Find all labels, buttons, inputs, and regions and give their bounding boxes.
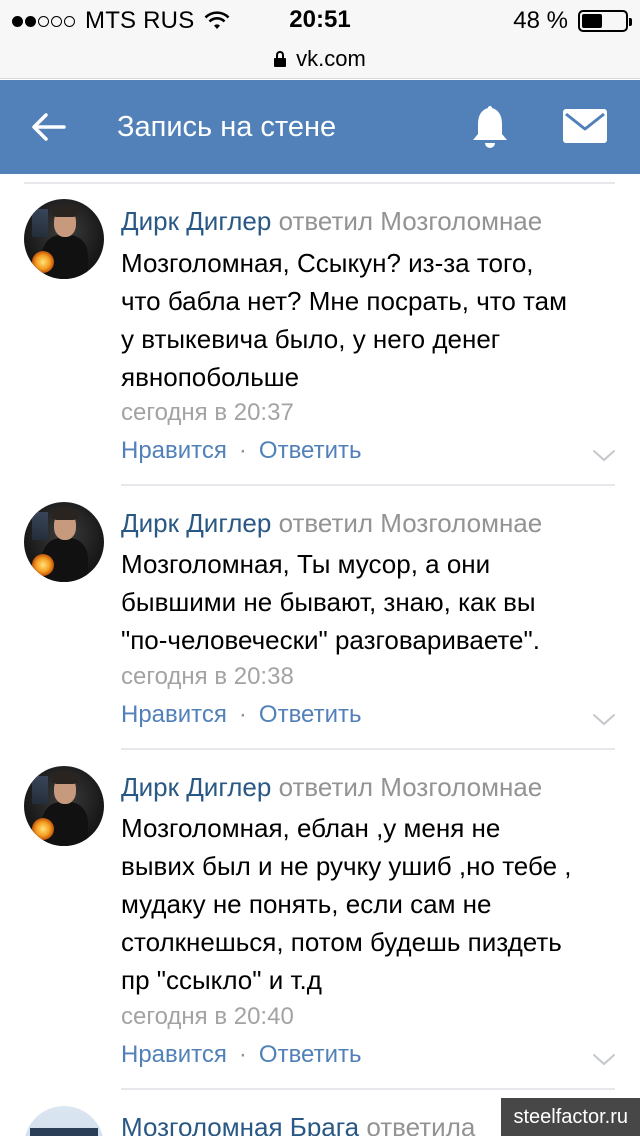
comment-line: что бабла нет? Мне посрать, что там	[121, 286, 568, 316]
comment-timestamp: сегодня в 20:40	[121, 1003, 294, 1030]
battery-percent: 48 %	[513, 7, 568, 34]
battery-fill	[582, 14, 603, 28]
like-button[interactable]: Нравится	[121, 701, 227, 728]
comment-line: мудаку не понять, если сам не	[121, 889, 492, 919]
comment-line: бывшими не бывают, знаю, как вы	[121, 587, 536, 617]
comment-author[interactable]: Дирк Диглер	[121, 206, 271, 236]
comment-actions: Нравится · Ответить	[121, 699, 362, 731]
action-separator: ·	[238, 437, 247, 464]
divider	[121, 748, 615, 750]
comment-line: столкнешься, потом будешь пиздеть	[121, 927, 562, 957]
comments-list: Дирк Диглер ответил Мозголомнае Мозголом…	[0, 174, 640, 1136]
action-separator: ·	[238, 701, 247, 728]
chevron-down-icon[interactable]	[592, 1053, 616, 1067]
comment-text: Мозголомная, еблан ,у меня не вывих был …	[121, 809, 621, 999]
comment-actions: Нравится · Ответить	[121, 1039, 362, 1071]
app-header: Запись на стене	[0, 80, 640, 174]
comment-reply-to[interactable]: ответил Мозголомнае	[279, 508, 543, 538]
reply-button[interactable]: Ответить	[259, 437, 362, 464]
comment-reply-to[interactable]: ответил Мозголомнае	[279, 772, 543, 802]
comment-actions: Нравится · Ответить	[121, 435, 362, 467]
comment-reply-to[interactable]: ответила	[366, 1112, 475, 1136]
comment-timestamp: сегодня в 20:37	[121, 399, 294, 426]
comment-line: Мозголомная, Ты мусор, а они	[121, 549, 491, 579]
status-right: 48 %	[513, 6, 632, 36]
avatar[interactable]	[24, 502, 104, 582]
chevron-down-icon[interactable]	[592, 449, 616, 463]
comment-timestamp: сегодня в 20:38	[121, 663, 294, 690]
comment-header: Дирк Диглер ответил Мозголомнае	[121, 506, 542, 540]
divider	[24, 182, 615, 184]
chevron-down-icon[interactable]	[592, 713, 616, 727]
comment-author[interactable]: Дирк Диглер	[121, 508, 271, 538]
comment-author[interactable]: Дирк Диглер	[121, 772, 271, 802]
comment-line: у втыкевича было, у него денег	[121, 324, 501, 354]
url-domain: vk.com	[296, 46, 366, 71]
like-button[interactable]: Нравится	[121, 1041, 227, 1068]
comment-line: явнопобольше	[121, 362, 300, 392]
divider	[121, 1088, 615, 1090]
battery-icon	[578, 10, 632, 32]
comment-author[interactable]: Мозголомная Брага	[121, 1112, 359, 1136]
divider	[121, 484, 615, 486]
comment-reply-to[interactable]: ответил Мозголомнае	[279, 206, 543, 236]
avatar[interactable]	[24, 199, 104, 279]
avatar[interactable]	[24, 766, 104, 846]
comment-line: вывих был и не ручку ушиб ,но тебе ,	[121, 851, 572, 881]
back-arrow-icon[interactable]	[26, 104, 72, 150]
comment-line: "по-человечески" разговариваете".	[121, 625, 540, 655]
comment-text: Мозголомная, Ссыкун? из-за того, что баб…	[121, 244, 621, 396]
mail-icon[interactable]	[562, 108, 608, 144]
like-button[interactable]: Нравится	[121, 437, 227, 464]
lock-icon	[274, 51, 287, 67]
page-title: Запись на стене	[117, 111, 337, 143]
reply-button[interactable]: Ответить	[259, 1041, 362, 1068]
comment-line: пр "ссыкло" и т.д	[121, 965, 322, 995]
comment-text: Мозголомная, Ты мусор, а они бывшими не …	[121, 545, 621, 659]
watermark: steelfactor.ru	[501, 1098, 640, 1136]
url-bar[interactable]: vk.com	[0, 40, 640, 79]
avatar[interactable]	[24, 1106, 104, 1136]
reply-button[interactable]: Ответить	[259, 701, 362, 728]
bell-icon[interactable]	[466, 102, 514, 152]
comment-line: Мозголомная, Ссыкун? из-за того,	[121, 248, 534, 278]
action-separator: ·	[238, 1041, 247, 1068]
comment-header: Мозголомная Брага ответила	[121, 1110, 475, 1136]
status-bar: MTS RUS 20:51 48 %	[0, 0, 640, 40]
comment-header: Дирк Диглер ответил Мозголомнае	[121, 770, 542, 804]
battery-tip	[629, 18, 632, 26]
comment-line: Мозголомная, еблан ,у меня не	[121, 813, 501, 843]
comment-header: Дирк Диглер ответил Мозголомнае	[121, 204, 542, 238]
